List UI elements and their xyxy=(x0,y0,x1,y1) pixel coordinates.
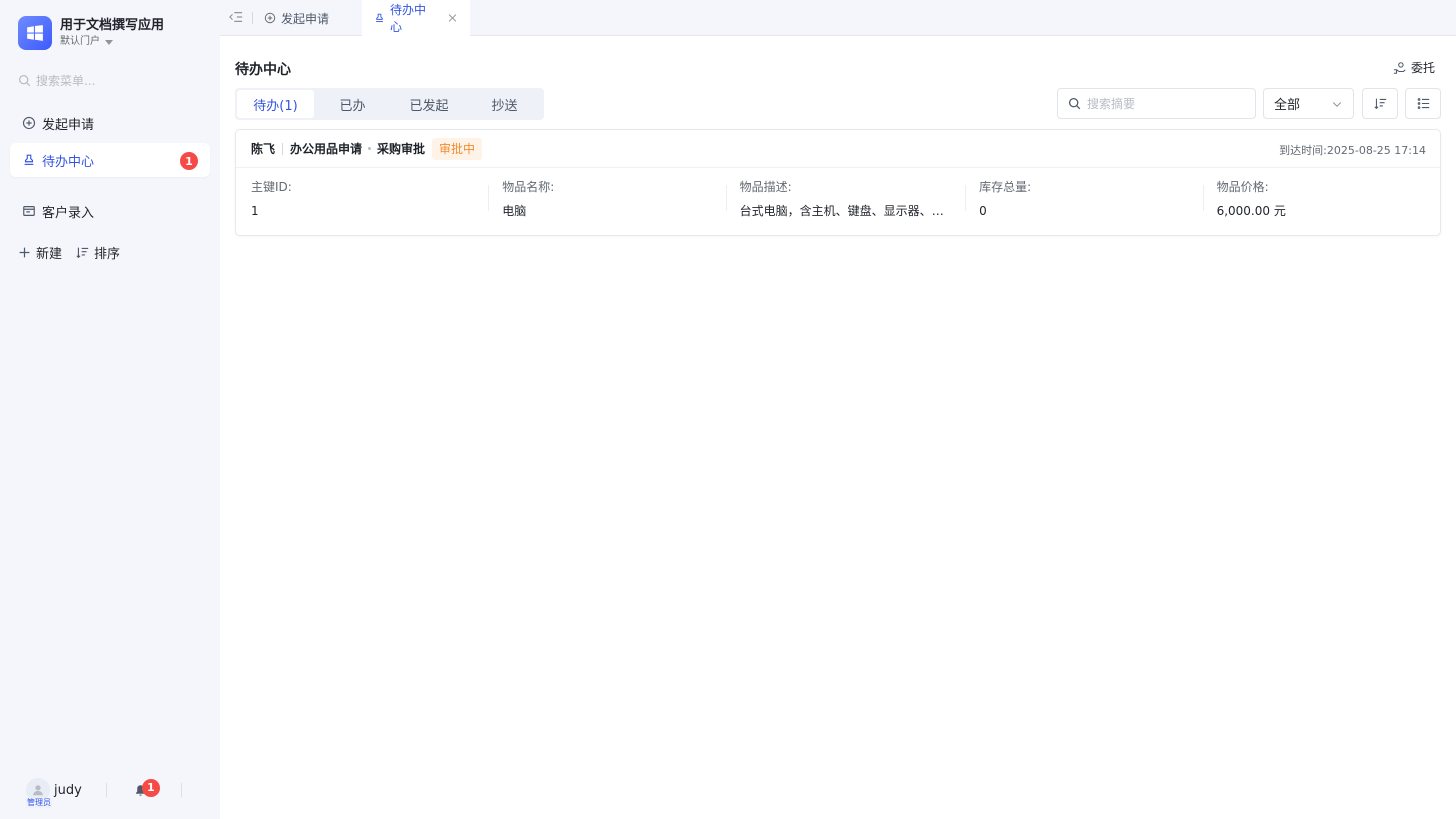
status-filter-select[interactable]: 全部 xyxy=(1263,88,1354,119)
sidebar: 用于文档撰写应用 默认门户 搜索菜单... 发起申请 待办中心 1 客户录入 新… xyxy=(0,0,220,819)
field-value: 0 xyxy=(979,204,987,218)
segment-cc[interactable]: 抄送 xyxy=(467,90,542,118)
field-primary-id: 主键ID: 1 xyxy=(251,179,488,219)
segment-initiated[interactable]: 已发起 xyxy=(391,90,467,118)
field-value: 电脑 xyxy=(502,204,527,218)
tab-bar: 发起申请 待办中心 xyxy=(220,0,1456,36)
app-header[interactable]: 用于文档撰写应用 默认门户 xyxy=(18,16,164,50)
task-form-name: 办公用品申请 xyxy=(290,142,363,156)
sidebar-item-label: 待办中心 xyxy=(42,154,95,170)
app-title: 用于文档撰写应用 xyxy=(60,18,165,33)
chevron-down-icon xyxy=(1332,101,1342,107)
sort-icon xyxy=(76,247,89,259)
delegate-button[interactable]: 委托 xyxy=(1393,59,1435,76)
arrive-time: 到达时间:2025-08-25 17:14 xyxy=(1279,142,1426,158)
todo-count-badge: 1 xyxy=(180,152,198,170)
sidebar-actions: 新建 排序 xyxy=(18,243,120,262)
summary-search-box xyxy=(1057,88,1256,119)
dot-separator xyxy=(368,147,372,150)
field-label: 物品价格: xyxy=(1216,180,1269,194)
status-badge: 审批中 xyxy=(432,137,483,160)
sort-menu-label: 排序 xyxy=(94,247,121,262)
task-node-name: 采购审批 xyxy=(377,142,426,156)
arrive-time-label: 到达时间: xyxy=(1279,144,1327,157)
field-item-price: 物品价格: 6,000.00 元 xyxy=(1202,179,1440,219)
summary-search-input[interactable] xyxy=(1087,96,1247,111)
plus-icon xyxy=(19,247,30,258)
user-role-tag: 管理员 xyxy=(26,798,52,808)
user-avatar[interactable]: 管理员 xyxy=(26,778,52,808)
field-label: 主键ID: xyxy=(251,180,292,194)
sort-menu-button[interactable]: 排序 xyxy=(76,243,120,262)
field-item-name: 物品名称: 电脑 xyxy=(488,179,725,219)
portal-switcher[interactable]: 默认门户 xyxy=(60,35,164,49)
tab-label: 发起申请 xyxy=(281,11,330,26)
delegate-label: 委托 xyxy=(1410,61,1435,75)
portal-name: 默认门户 xyxy=(60,36,100,47)
page-title: 待办中心 xyxy=(235,62,291,78)
field-item-description: 物品描述: 台式电脑，含主机、键盘、显示器、鼠标 xyxy=(725,179,966,219)
form-icon xyxy=(23,206,35,216)
field-label: 库存总量: xyxy=(979,180,1032,194)
chevron-down-icon xyxy=(105,39,113,45)
sidebar-item-customer-entry[interactable]: 客户录入 xyxy=(10,194,210,228)
sort-icon xyxy=(1373,98,1386,110)
tab-label: 待办中心 xyxy=(390,3,427,34)
new-menu-label: 新建 xyxy=(36,247,63,262)
arrive-time-value: 2025-08-25 17:14 xyxy=(1326,144,1426,157)
plus-circle-icon xyxy=(264,12,276,24)
notification-button[interactable]: 1 xyxy=(134,778,160,797)
task-applicant: 陈飞 xyxy=(251,142,276,156)
stamp-icon xyxy=(376,13,383,22)
sidebar-item-label: 发起申请 xyxy=(42,117,95,133)
app-logo-icon xyxy=(18,16,52,50)
sidebar-item-label: 客户录入 xyxy=(42,205,95,221)
collapse-sidebar-icon[interactable] xyxy=(229,10,243,24)
tab-todo-center[interactable]: 待办中心 xyxy=(362,0,470,36)
task-card-fields: 主键ID: 1 物品名称: 电脑 物品描述: 台式电脑，含主机、键盘、显示器、鼠… xyxy=(236,168,1440,219)
user-icon xyxy=(33,785,43,796)
stamp-icon xyxy=(24,154,34,165)
field-stock-total: 库存总量: 0 xyxy=(965,179,1202,219)
segment-todo[interactable]: 待办(1) xyxy=(237,90,314,118)
search-icon xyxy=(1068,97,1081,110)
field-label: 物品描述: xyxy=(739,180,792,194)
field-value: 6,000.00 元 xyxy=(1216,204,1286,218)
list-view-icon xyxy=(1417,98,1429,109)
new-menu-button[interactable]: 新建 xyxy=(18,243,62,262)
sidebar-item-todo-center[interactable]: 待办中心 1 xyxy=(10,143,210,177)
close-icon[interactable] xyxy=(447,12,458,24)
status-filter-value: 全部 xyxy=(1274,98,1301,113)
sidebar-footer: 管理员 judy 1 xyxy=(26,778,196,808)
view-mode-button[interactable] xyxy=(1405,88,1441,119)
footer-divider xyxy=(105,783,107,797)
menu-search-placeholder: 搜索菜单... xyxy=(36,74,96,88)
task-segment-control: 待办(1) 已办 已发起 抄送 xyxy=(235,88,544,120)
field-value: 1 xyxy=(251,204,259,218)
footer-divider xyxy=(180,783,182,797)
field-value: 台式电脑，含主机、键盘、显示器、鼠标 xyxy=(739,204,956,218)
task-card-header: 陈飞 办公用品申请 采购审批 审批中 到达时间:2025-08-25 17:14 xyxy=(236,130,1440,168)
username[interactable]: judy xyxy=(54,783,82,798)
plus-circle-icon xyxy=(22,116,36,130)
menu-search-input[interactable]: 搜索菜单... xyxy=(18,72,95,89)
header-divider xyxy=(282,142,284,155)
tab-start-request[interactable]: 发起申请 xyxy=(252,0,341,36)
sidebar-item-start-request[interactable]: 发起申请 xyxy=(10,106,210,140)
task-card[interactable]: 陈飞 办公用品申请 采购审批 审批中 到达时间:2025-08-25 17:14… xyxy=(235,129,1441,236)
segment-done[interactable]: 已办 xyxy=(314,90,391,118)
search-icon xyxy=(18,74,31,87)
delegate-hand-icon xyxy=(1393,61,1406,74)
notification-badge: 1 xyxy=(141,778,160,797)
field-label: 物品名称: xyxy=(502,180,555,194)
sort-button[interactable] xyxy=(1362,88,1398,119)
